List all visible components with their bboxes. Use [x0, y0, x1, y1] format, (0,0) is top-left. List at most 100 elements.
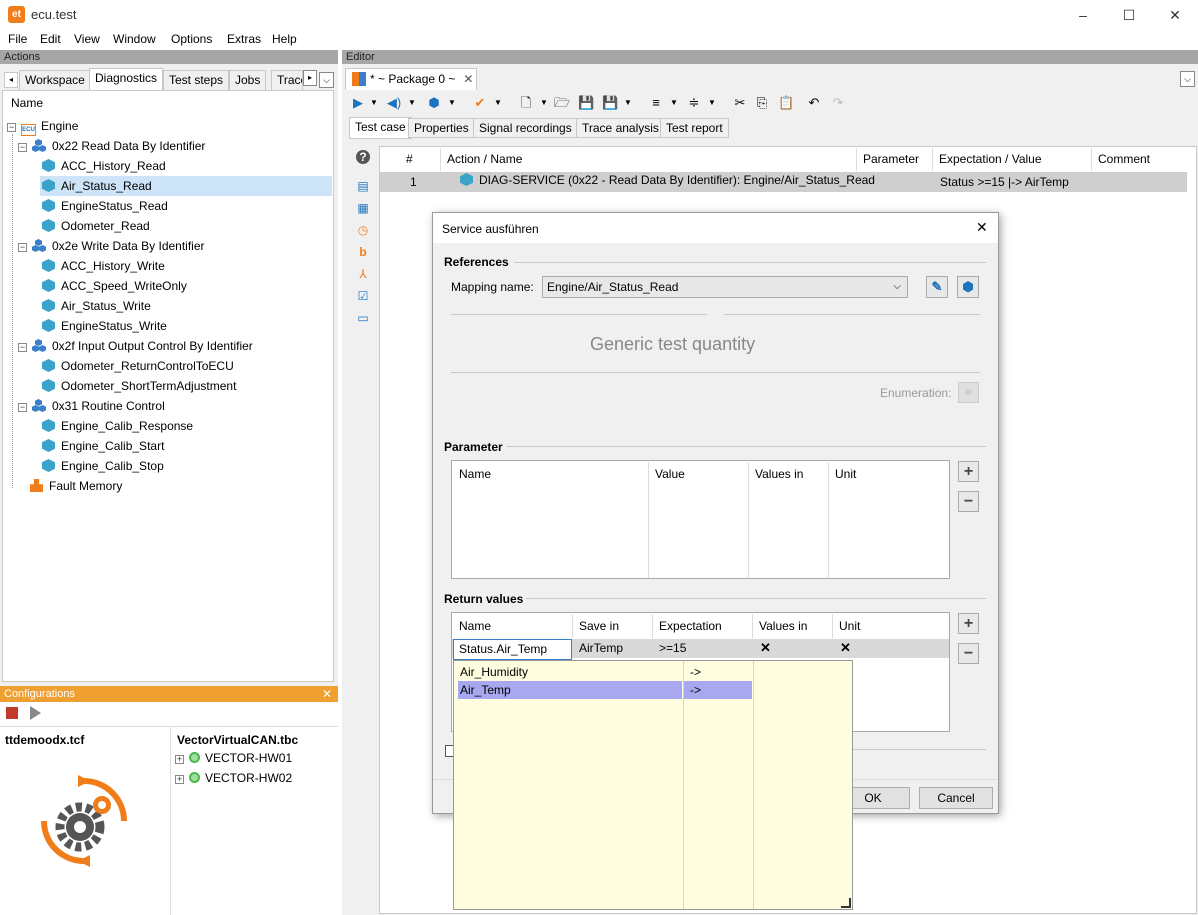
- add-mapping-icon[interactable]: ⬢: [957, 276, 979, 298]
- check-dropdown-icon[interactable]: ▼: [490, 95, 506, 111]
- remove-parameter-icon[interactable]: −: [958, 491, 979, 512]
- unit-clear-icon[interactable]: ✕: [840, 640, 851, 656]
- tab-test-case[interactable]: Test case: [349, 117, 412, 139]
- menu-help[interactable]: Help: [272, 32, 297, 46]
- values-in-clear-icon[interactable]: ✕: [760, 640, 771, 656]
- collapse-icon[interactable]: −: [18, 243, 27, 252]
- agent-dropdown-icon[interactable]: ▼: [444, 95, 460, 111]
- tree-group[interactable]: − 0x22 Read Data By Identifier: [18, 136, 205, 156]
- tree-item[interactable]: ACC_History_Read: [42, 156, 166, 176]
- popup-item-selected[interactable]: Air_Temp: [458, 681, 682, 699]
- save-as-icon[interactable]: 💾: [602, 95, 618, 111]
- tree-item[interactable]: ACC_Speed_WriteOnly: [42, 276, 187, 296]
- tree-item[interactable]: ACC_History_Write: [42, 256, 165, 276]
- tree-root[interactable]: − ECU Engine: [7, 116, 78, 136]
- close-configurations-icon[interactable]: ✕: [322, 686, 332, 702]
- save-icon[interactable]: 💾: [578, 95, 594, 111]
- new-file-icon[interactable]: 🗋: [518, 95, 534, 111]
- editor-list-chevron-icon[interactable]: ⌵: [1180, 71, 1195, 87]
- save-dropdown-icon[interactable]: ▼: [620, 95, 636, 111]
- run-icon[interactable]: ▶: [350, 95, 366, 111]
- return-name-input[interactable]: Status.Air_Temp: [453, 639, 572, 660]
- tree-item[interactable]: Odometer_ShortTermAdjustment: [42, 376, 236, 396]
- mapping-select[interactable]: Engine/Air_Status_Read ⌵: [542, 276, 908, 298]
- tab-list-chevron-icon[interactable]: ⌵: [319, 72, 334, 88]
- tree-item[interactable]: Odometer_Read: [42, 216, 150, 236]
- tab-trace[interactable]: Trace: [271, 70, 303, 90]
- tab-properties[interactable]: Properties: [408, 118, 475, 138]
- paste-icon[interactable]: 📋: [778, 95, 794, 111]
- remove-return-icon[interactable]: −: [958, 643, 979, 664]
- menu-file[interactable]: File: [8, 32, 27, 46]
- menu-window[interactable]: Window: [113, 32, 156, 46]
- tree-item[interactable]: Air_Status_Read: [40, 176, 332, 196]
- tree-group[interactable]: − 0x2e Write Data By Identifier: [18, 236, 205, 256]
- maximize-button[interactable]: ☐: [1106, 0, 1152, 30]
- tree-item[interactable]: EngineStatus_Read: [42, 196, 168, 216]
- redo-icon[interactable]: ↷: [830, 95, 846, 111]
- branch-b-icon[interactable]: b: [356, 245, 370, 259]
- open-folder-icon[interactable]: 🗁: [554, 95, 570, 111]
- tab-diagnostics[interactable]: Diagnostics: [89, 68, 164, 90]
- tab-workspace[interactable]: Workspace: [19, 70, 91, 90]
- tree-item[interactable]: Engine_Calib_Response: [42, 416, 193, 436]
- menu-view[interactable]: View: [74, 32, 100, 46]
- play-icon[interactable]: [30, 706, 41, 720]
- tab-trace-analysis[interactable]: Trace analysis: [576, 118, 665, 138]
- stop-icon[interactable]: [6, 707, 18, 719]
- tree-item[interactable]: Engine_Calib_Start: [42, 436, 164, 456]
- expand-all-icon[interactable]: ≡: [648, 95, 664, 111]
- tree-item[interactable]: EngineStatus_Write: [42, 316, 167, 336]
- menu-options[interactable]: Options: [171, 32, 212, 46]
- undo-icon[interactable]: ↶: [806, 95, 822, 111]
- close-window-button[interactable]: ✕: [1152, 0, 1198, 30]
- help-icon[interactable]: ?: [356, 150, 370, 164]
- calculator-icon[interactable]: ▦: [356, 201, 370, 215]
- menu-extras[interactable]: Extras: [227, 32, 261, 46]
- tree-fault-memory[interactable]: Fault Memory: [30, 476, 122, 496]
- expand-dropdown-icon[interactable]: ▼: [666, 95, 682, 111]
- tab-signal-recordings[interactable]: Signal recordings: [473, 118, 578, 138]
- collapse-icon[interactable]: −: [7, 123, 16, 132]
- return-expectation[interactable]: >=15: [659, 641, 686, 655]
- resize-grip-icon[interactable]: [841, 898, 851, 908]
- tab-scroll-right-icon[interactable]: ▸: [303, 70, 317, 86]
- hw-row-1[interactable]: + VECTOR-HW01: [175, 751, 292, 765]
- edit-mapping-icon[interactable]: ✎: [926, 276, 948, 298]
- return-savein[interactable]: AirTemp: [579, 641, 623, 655]
- minimize-button[interactable]: –: [1060, 0, 1106, 30]
- timer-icon[interactable]: ◷: [356, 223, 370, 237]
- dialog-close-icon[interactable]: ✕: [976, 219, 988, 236]
- add-return-icon[interactable]: +: [958, 613, 979, 634]
- tree-item[interactable]: Engine_Calib_Stop: [42, 456, 164, 476]
- copy-icon[interactable]: ⎘: [754, 95, 770, 111]
- hw-row-2[interactable]: + VECTOR-HW02: [175, 771, 292, 785]
- clipboard-icon[interactable]: ▤: [356, 179, 370, 193]
- checklist-icon[interactable]: ☑: [356, 289, 370, 303]
- tree-item[interactable]: Odometer_ReturnControlToECU: [42, 356, 234, 376]
- run-dropdown-icon[interactable]: ▼: [366, 95, 382, 111]
- package-tab[interactable]: * ~ Package 0 ~ ✕: [345, 68, 477, 90]
- tab-test-report[interactable]: Test report: [660, 118, 729, 138]
- tab-scroll-left-icon[interactable]: ◂: [4, 72, 18, 88]
- speaker-icon[interactable]: ◀): [386, 95, 402, 111]
- agent-icon[interactable]: ⬢: [426, 95, 442, 111]
- collapse-icon[interactable]: −: [18, 403, 27, 412]
- speaker-dropdown-icon[interactable]: ▼: [404, 95, 420, 111]
- tab-jobs[interactable]: Jobs: [229, 70, 267, 90]
- collapse-icon[interactable]: −: [18, 143, 27, 152]
- cancel-button[interactable]: Cancel: [919, 787, 993, 809]
- tab-test-steps[interactable]: Test steps: [163, 70, 230, 90]
- tree-group[interactable]: − 0x31 Routine Control: [18, 396, 165, 416]
- fork-icon[interactable]: ⅄: [356, 267, 370, 281]
- add-parameter-icon[interactable]: +: [958, 461, 979, 482]
- collapse-all-icon[interactable]: ≑: [686, 95, 702, 111]
- new-dropdown-icon[interactable]: ▼: [536, 95, 552, 111]
- expand-icon[interactable]: +: [175, 775, 184, 784]
- tree-group[interactable]: − 0x2f Input Output Control By Identifier: [18, 336, 253, 356]
- collapse-icon[interactable]: −: [18, 343, 27, 352]
- cut-icon[interactable]: ✂: [732, 95, 748, 111]
- check-list-icon[interactable]: ✔: [472, 95, 488, 111]
- collapse-dropdown-icon[interactable]: ▼: [704, 95, 720, 111]
- enumeration-icon[interactable]: ≡: [958, 382, 979, 403]
